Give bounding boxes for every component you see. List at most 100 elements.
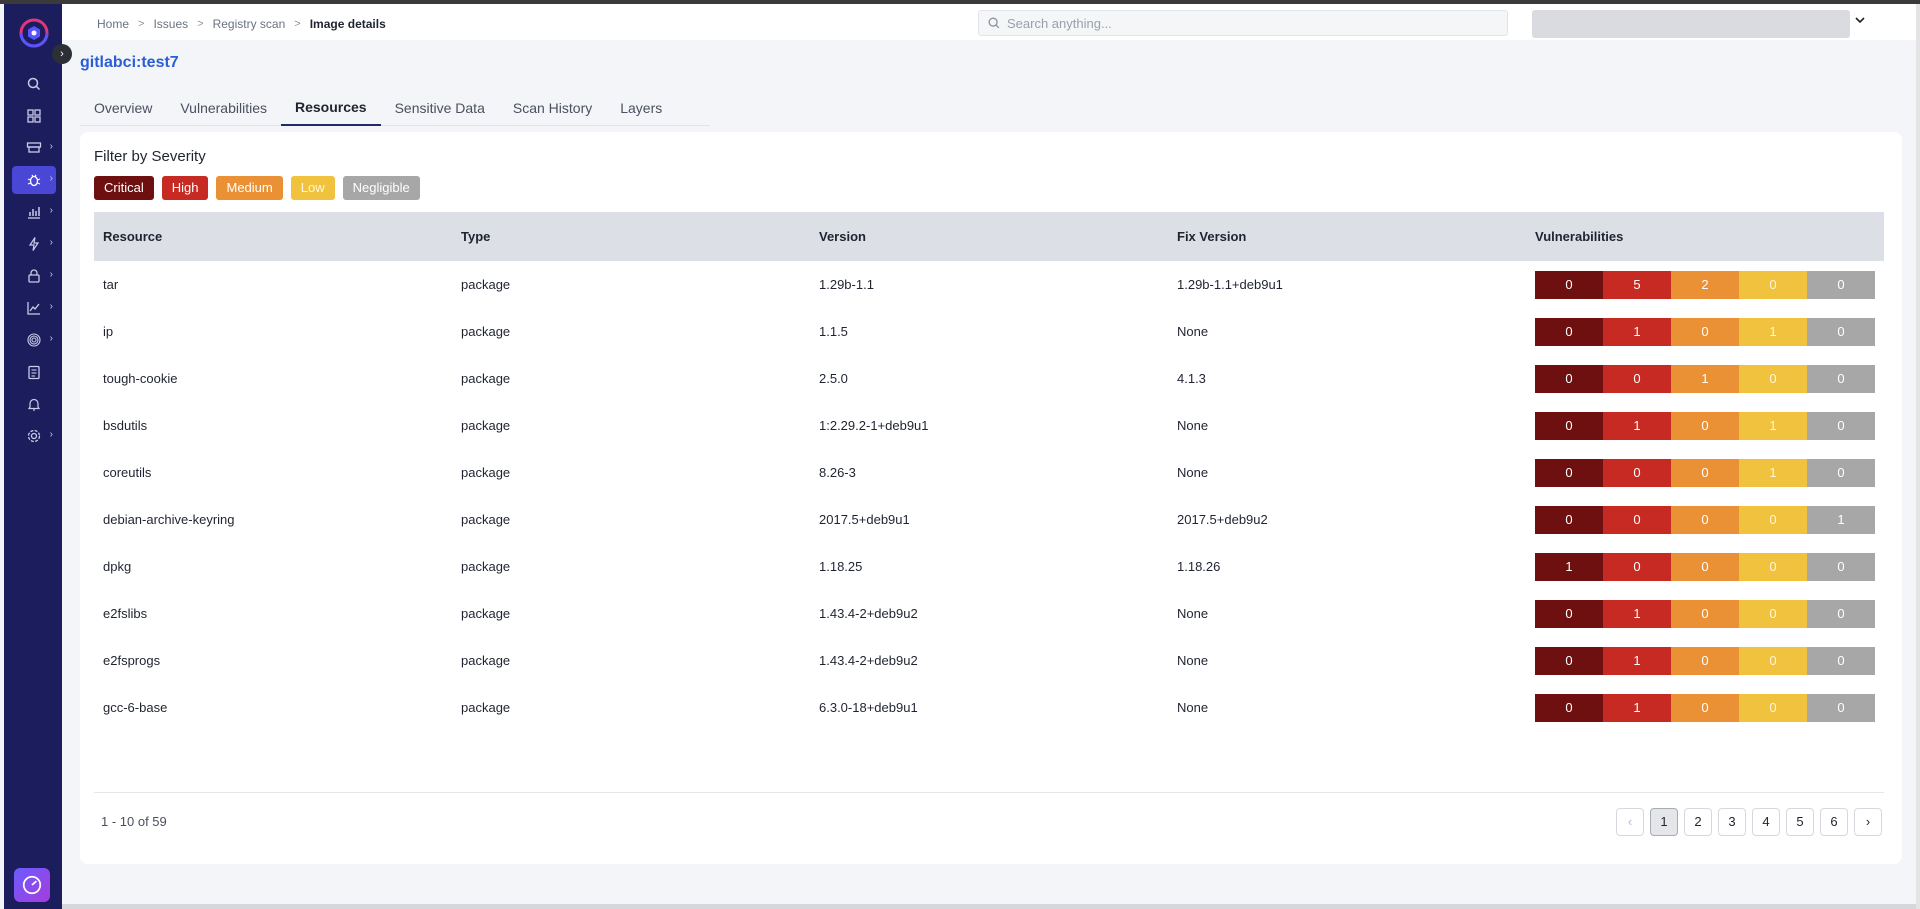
severity-count-negligible[interactable]: 0 xyxy=(1807,552,1875,581)
tab-layers[interactable]: Layers xyxy=(606,90,676,126)
breadcrumb-home[interactable]: Home xyxy=(97,17,129,31)
filter-chip-negligible[interactable]: Negligible xyxy=(342,176,420,200)
column-header-resource[interactable]: Resource xyxy=(94,229,452,244)
sidebar-item-analytics[interactable]: › xyxy=(12,294,56,322)
severity-count-low[interactable]: 0 xyxy=(1739,270,1807,299)
sidebar-item-notifications[interactable] xyxy=(12,390,56,418)
severity-count-low[interactable]: 1 xyxy=(1739,458,1807,487)
column-header-type[interactable]: Type xyxy=(452,229,810,244)
sidebar-item-events[interactable]: › xyxy=(12,230,56,258)
severity-count-high[interactable]: 1 xyxy=(1603,411,1671,440)
severity-count-high[interactable]: 0 xyxy=(1603,552,1671,581)
pagination-page-1[interactable]: 1 xyxy=(1650,808,1678,836)
severity-count-high[interactable]: 0 xyxy=(1603,364,1671,393)
sidebar-item-search[interactable] xyxy=(12,70,56,98)
severity-count-medium[interactable]: 0 xyxy=(1671,458,1739,487)
filter-chip-high[interactable]: High xyxy=(161,176,209,200)
severity-count-low[interactable]: 0 xyxy=(1739,505,1807,534)
severity-count-critical[interactable]: 0 xyxy=(1535,646,1603,675)
table-row[interactable]: dpkg package 1.18.25 1.18.26 1 0 0 0 0 xyxy=(94,543,1884,590)
sidebar-item-identity[interactable]: › xyxy=(12,326,56,354)
severity-count-negligible[interactable]: 0 xyxy=(1807,270,1875,299)
sidebar-item-reports[interactable]: › xyxy=(12,198,56,226)
breadcrumb-registry-scan[interactable]: Registry scan xyxy=(213,17,286,31)
page-scrollbar[interactable] xyxy=(1916,4,1920,909)
severity-count-negligible[interactable]: 0 xyxy=(1807,693,1875,722)
severity-count-negligible[interactable]: 0 xyxy=(1807,646,1875,675)
severity-count-high[interactable]: 5 xyxy=(1603,270,1671,299)
table-row[interactable]: coreutils package 8.26-3 None 0 0 0 1 0 xyxy=(94,449,1884,496)
sidebar-item-registry[interactable]: › xyxy=(12,134,56,162)
pagination-prev-button[interactable]: ‹ xyxy=(1616,808,1644,836)
filter-chip-medium[interactable]: Medium xyxy=(216,176,283,200)
severity-count-critical[interactable]: 0 xyxy=(1535,599,1603,628)
severity-count-medium[interactable]: 0 xyxy=(1671,317,1739,346)
severity-count-medium[interactable]: 2 xyxy=(1671,270,1739,299)
tab-resources[interactable]: Resources xyxy=(281,90,381,126)
breadcrumb-issues[interactable]: Issues xyxy=(153,17,188,31)
sidebar-collapse-button[interactable]: › xyxy=(52,44,72,64)
sidebar-item-dashboard[interactable] xyxy=(12,102,56,130)
severity-count-critical[interactable]: 0 xyxy=(1535,693,1603,722)
severity-count-medium[interactable]: 0 xyxy=(1671,646,1739,675)
column-header-fix-version[interactable]: Fix Version xyxy=(1168,229,1526,244)
table-row[interactable]: e2fslibs package 1.43.4-2+deb9u2 None 0 1 0 0 0 xyxy=(94,590,1884,637)
severity-count-medium[interactable]: 0 xyxy=(1671,552,1739,581)
pagination-page-2[interactable]: 2 xyxy=(1684,808,1712,836)
severity-count-low[interactable]: 0 xyxy=(1739,693,1807,722)
severity-count-high[interactable]: 1 xyxy=(1603,599,1671,628)
severity-count-medium[interactable]: 0 xyxy=(1671,411,1739,440)
severity-count-high[interactable]: 1 xyxy=(1603,317,1671,346)
chevron-down-icon[interactable] xyxy=(1854,14,1866,29)
severity-count-critical[interactable]: 0 xyxy=(1535,317,1603,346)
tab-overview[interactable]: Overview xyxy=(80,90,166,126)
column-header-vulnerabilities[interactable]: Vulnerabilities xyxy=(1526,229,1884,244)
filter-chip-low[interactable]: Low xyxy=(290,176,335,200)
tab-sensitive-data[interactable]: Sensitive Data xyxy=(381,90,499,126)
pagination-page-5[interactable]: 5 xyxy=(1786,808,1814,836)
sidebar-item-compliance[interactable] xyxy=(12,358,56,386)
tab-scan-history[interactable]: Scan History xyxy=(499,90,606,126)
pagination-page-3[interactable]: 3 xyxy=(1718,808,1746,836)
severity-count-low[interactable]: 0 xyxy=(1739,552,1807,581)
severity-count-negligible[interactable]: 0 xyxy=(1807,364,1875,393)
pagination-next-button[interactable]: › xyxy=(1854,808,1882,836)
severity-count-medium[interactable]: 0 xyxy=(1671,505,1739,534)
app-switcher-button[interactable] xyxy=(14,868,50,902)
tab-vulnerabilities[interactable]: Vulnerabilities xyxy=(166,90,281,126)
severity-count-low[interactable]: 0 xyxy=(1739,646,1807,675)
severity-count-critical[interactable]: 1 xyxy=(1535,552,1603,581)
severity-count-negligible[interactable]: 0 xyxy=(1807,411,1875,440)
table-row[interactable]: ip package 1.1.5 None 0 1 0 1 0 xyxy=(94,308,1884,355)
table-row[interactable]: bsdutils package 1:2.29.2-1+deb9u1 None 0 1 0 1… xyxy=(94,402,1884,449)
severity-count-high[interactable]: 0 xyxy=(1603,505,1671,534)
table-row[interactable]: gcc-6-base package 6.3.0-18+deb9u1 None 0 1 0 0… xyxy=(94,684,1884,731)
severity-count-negligible[interactable]: 0 xyxy=(1807,317,1875,346)
account-select[interactable] xyxy=(1532,10,1850,38)
severity-count-medium[interactable]: 1 xyxy=(1671,364,1739,393)
sidebar-item-security[interactable]: › xyxy=(12,262,56,290)
column-header-version[interactable]: Version xyxy=(810,229,1168,244)
severity-count-negligible[interactable]: 0 xyxy=(1807,599,1875,628)
pagination-page-4[interactable]: 4 xyxy=(1752,808,1780,836)
search-input[interactable] xyxy=(1007,15,1487,31)
severity-count-critical[interactable]: 0 xyxy=(1535,505,1603,534)
table-row[interactable]: e2fsprogs package 1.43.4-2+deb9u2 None 0 1 0 0 0 xyxy=(94,637,1884,684)
filter-chip-critical[interactable]: Critical xyxy=(94,176,154,200)
severity-count-high[interactable]: 1 xyxy=(1603,646,1671,675)
pagination-page-6[interactable]: 6 xyxy=(1820,808,1848,836)
severity-count-high[interactable]: 1 xyxy=(1603,693,1671,722)
sidebar-item-issues[interactable]: › xyxy=(12,166,56,194)
severity-count-critical[interactable]: 0 xyxy=(1535,364,1603,393)
severity-count-high[interactable]: 0 xyxy=(1603,458,1671,487)
app-logo-icon[interactable] xyxy=(19,18,49,48)
search-box[interactable] xyxy=(978,10,1508,36)
sidebar-item-settings[interactable]: › xyxy=(12,422,56,450)
table-row[interactable]: debian-archive-keyring package 2017.5+deb9… xyxy=(94,496,1884,543)
severity-count-low[interactable]: 0 xyxy=(1739,599,1807,628)
table-row[interactable]: tough-cookie package 2.5.0 4.1.3 0 0 1 0 0 xyxy=(94,355,1884,402)
severity-count-low[interactable]: 1 xyxy=(1739,317,1807,346)
severity-count-low[interactable]: 1 xyxy=(1739,411,1807,440)
severity-count-medium[interactable]: 0 xyxy=(1671,693,1739,722)
severity-count-critical[interactable]: 0 xyxy=(1535,458,1603,487)
